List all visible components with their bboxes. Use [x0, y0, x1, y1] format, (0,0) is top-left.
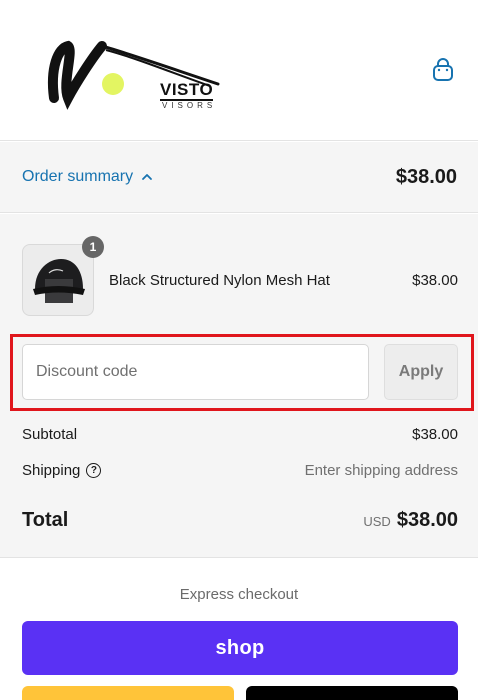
shopping-bag-icon[interactable]	[429, 56, 457, 84]
product-price: $38.00	[412, 271, 458, 289]
shipping-value: Enter shipping address	[304, 462, 458, 479]
order-summary-label: Order summary	[22, 168, 134, 185]
discount-code-input[interactable]	[22, 344, 369, 400]
apply-discount-button[interactable]: Apply	[384, 344, 458, 400]
line-item: 1 Black Structured Nylon Mesh Hat $38.00	[22, 236, 458, 316]
help-icon[interactable]: ?	[86, 463, 102, 478]
brand-tagline: VISORS	[162, 101, 217, 110]
site-header: VISTO VISORS	[0, 0, 478, 141]
total-label: Total	[22, 509, 69, 531]
paypal-button[interactable]	[22, 686, 234, 700]
product-name: Black Structured Nylon Mesh Hat	[109, 271, 330, 289]
brand-name: VISTO	[160, 80, 214, 101]
product-thumbnail: 1	[22, 236, 104, 316]
order-summary-panel: 1 Black Structured Nylon Mesh Hat $38.00…	[0, 214, 478, 558]
shipping-row: Shipping ? Enter shipping address	[22, 462, 458, 479]
subtotal-label: Subtotal	[22, 426, 78, 443]
shop-pay-button[interactable]: shop	[22, 621, 458, 675]
order-summary-label-group[interactable]: Order summary	[22, 168, 153, 186]
express-checkout-label: Express checkout	[179, 586, 299, 603]
shipping-label: Shipping	[22, 462, 81, 479]
subtotal-value: $38.00	[412, 426, 458, 443]
dark-pay-button[interactable]	[246, 686, 458, 700]
hat-image	[33, 259, 85, 303]
order-summary-toggle[interactable]: Order summary $38.00	[0, 142, 478, 213]
total-row: Total USD $38.00	[22, 509, 458, 532]
total-value: $38.00	[396, 509, 458, 531]
shipping-label-group: Shipping ?	[22, 462, 102, 479]
currency-code: USD	[363, 514, 391, 529]
total-amount-group: USD $38.00	[363, 509, 458, 532]
order-summary-total: $38.00	[395, 165, 457, 188]
chevron-up-icon	[142, 174, 153, 180]
quantity-badge: 1	[82, 236, 104, 258]
subtotal-row: Subtotal $38.00	[22, 426, 458, 443]
